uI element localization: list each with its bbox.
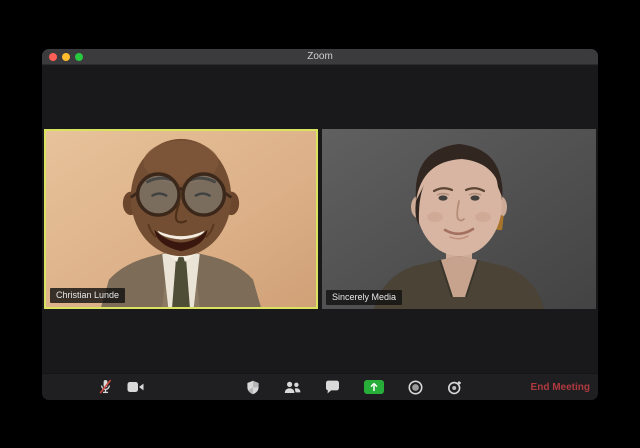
mute-button[interactable] bbox=[98, 374, 113, 401]
desktop-background: Zoom Christian Lunde Sincerely Media End… bbox=[0, 0, 640, 448]
close-window-button[interactable] bbox=[49, 53, 57, 61]
share-screen-up-arrow-icon bbox=[364, 380, 384, 394]
chat-button[interactable] bbox=[325, 374, 340, 401]
toolbar-left-group bbox=[98, 374, 144, 401]
microphone-muted-icon bbox=[99, 379, 111, 394]
participants-button[interactable] bbox=[284, 374, 301, 401]
traffic-light-buttons bbox=[49, 53, 83, 61]
toolbar-center-group bbox=[246, 374, 462, 401]
shield-security-icon bbox=[247, 380, 259, 394]
participant-name-tag: Christian Lunde bbox=[50, 288, 126, 303]
video-tile-sincerely-media[interactable]: Sincerely Media bbox=[322, 129, 596, 309]
reactions-button[interactable] bbox=[447, 374, 462, 401]
share-screen-button[interactable] bbox=[364, 374, 384, 401]
end-meeting-button[interactable]: End Meeting bbox=[531, 374, 590, 400]
video-feed-sincerely-media bbox=[322, 129, 596, 309]
zoom-app-window: Zoom Christian Lunde Sincerely Media End… bbox=[42, 49, 598, 400]
video-tile-christian-lunde[interactable]: Christian Lunde bbox=[44, 129, 318, 309]
chat-bubble-icon bbox=[326, 380, 339, 394]
meeting-toolbar: End Meeting bbox=[42, 373, 598, 400]
video-feed-christian-lunde bbox=[46, 131, 316, 307]
security-button[interactable] bbox=[246, 374, 260, 401]
video-camera-icon bbox=[127, 382, 144, 392]
window-title: Zoom bbox=[307, 50, 333, 62]
participants-icon bbox=[284, 381, 301, 393]
video-grid: Christian Lunde Sincerely Media bbox=[42, 65, 598, 373]
stopwatch-icon bbox=[447, 380, 461, 394]
window-titlebar: Zoom bbox=[42, 49, 598, 65]
stop-video-button[interactable] bbox=[127, 374, 144, 401]
minimize-window-button[interactable] bbox=[62, 53, 70, 61]
fullscreen-window-button[interactable] bbox=[75, 53, 83, 61]
record-icon bbox=[408, 380, 423, 394]
record-button[interactable] bbox=[408, 374, 423, 401]
participant-name-tag: Sincerely Media bbox=[326, 290, 403, 305]
